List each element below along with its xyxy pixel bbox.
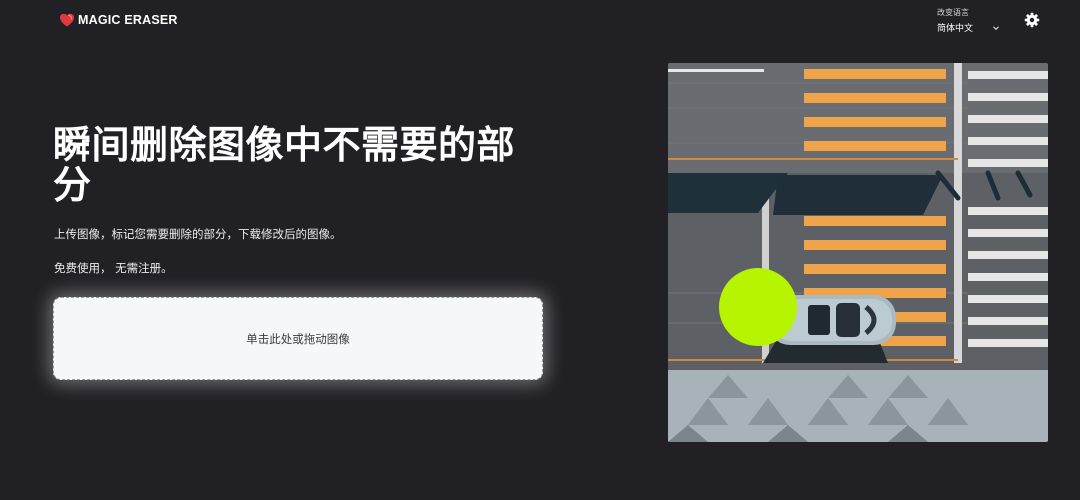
language-select[interactable]: 简体中文	[937, 21, 1000, 34]
language-caption: 改变语言	[937, 8, 969, 17]
crosswalk-illustration	[668, 63, 1048, 442]
chevron-down-icon	[993, 25, 999, 30]
language-value: 简体中文	[937, 24, 974, 34]
page: MAGIC ERASER 改变语言 简体中文 瞬间删除图像中不需要的部分 上传图…	[0, 0, 1080, 500]
brand-name: MAGIC ERASER	[78, 13, 178, 27]
description-text: 上传图像，标记您需要删除的部分，下载修改后的图像。	[54, 227, 342, 241]
upload-dropzone[interactable]: 单击此处或拖动图像	[53, 297, 543, 380]
brand-logo[interactable]: MAGIC ERASER	[59, 12, 178, 28]
free-note-text: 免费使用， 无需注册。	[54, 261, 173, 275]
preview-image	[668, 63, 1048, 442]
heart-logo-icon	[60, 13, 74, 27]
language-picker[interactable]: 改变语言 简体中文	[937, 8, 1000, 34]
upload-label: 单击此处或拖动图像	[246, 331, 350, 346]
gear-icon[interactable]	[1024, 12, 1040, 28]
page-title: 瞬间删除图像中不需要的部分	[53, 123, 516, 207]
